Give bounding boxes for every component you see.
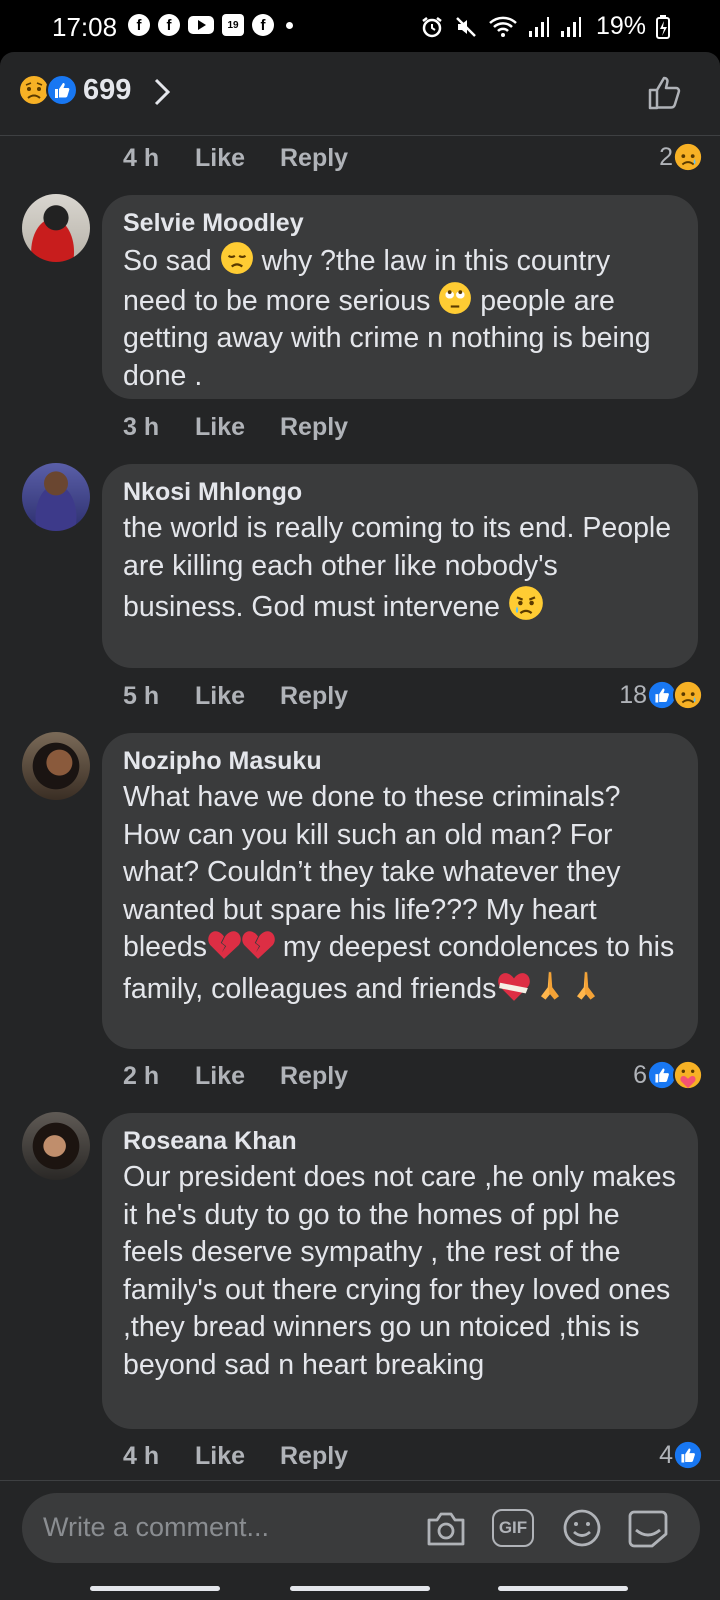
like-comment-button[interactable]: Like xyxy=(195,1442,245,1471)
calendar-notification-icon: 19 xyxy=(222,14,244,36)
like-icon xyxy=(46,74,78,106)
nav-handle xyxy=(290,1586,430,1591)
emoji-icon[interactable] xyxy=(561,1508,603,1548)
system-status-icons: 19% xyxy=(420,12,670,41)
alarm-icon xyxy=(422,16,442,37)
comment-actions: 2 h Like Reply 6 xyxy=(123,1056,703,1096)
more-notifications-icon xyxy=(286,21,293,29)
care-icon xyxy=(673,1060,703,1090)
facebook-notification-icon: f xyxy=(252,14,274,36)
comment-author[interactable]: Nkosi Mhlongo xyxy=(123,478,678,506)
broken-heart-emoji-icon xyxy=(242,931,275,959)
avatar[interactable] xyxy=(22,732,90,800)
like-post-button[interactable] xyxy=(646,74,684,112)
status-bar: 17:08 f f 19 f 19% xyxy=(0,0,720,52)
reaction-count[interactable]: 699 xyxy=(83,74,131,107)
nav-handle xyxy=(498,1586,628,1591)
avatar[interactable] xyxy=(22,463,90,531)
comment-actions: 3 h Like Reply xyxy=(123,407,703,447)
eye-roll-emoji-icon xyxy=(439,281,472,314)
comment-reaction-count: 2 xyxy=(659,142,673,171)
comment-placeholder: Write a comment... xyxy=(43,1512,270,1542)
battery-percent: 19% xyxy=(595,12,646,40)
comment-text: So sad why ?the law in this country need… xyxy=(123,241,678,395)
comment-composer: Write a comment... GIF xyxy=(0,1480,720,1600)
comment-timestamp: 2 h xyxy=(123,1062,160,1090)
like-comment-button[interactable]: Like xyxy=(195,1062,245,1091)
crying-emoji-icon xyxy=(509,586,543,620)
comment-timestamp: 4 h xyxy=(123,1442,160,1470)
comment-actions: 4 h Like Reply 4 xyxy=(123,1436,703,1476)
notification-icons: f f 19 f xyxy=(128,14,293,36)
like-icon xyxy=(673,1440,703,1470)
chevron-right-icon[interactable] xyxy=(152,76,172,108)
comment-input[interactable]: Write a comment... GIF xyxy=(22,1493,700,1563)
like-comment-button[interactable]: Like xyxy=(195,413,245,442)
comment-bubble: Roseana Khan Our president does not care… xyxy=(102,1113,698,1429)
comment-list: 4 h Like Reply 2 Selvie Moodley So sad w… xyxy=(0,136,720,1532)
comment-bubble: Selvie Moodley So sad why ?the law in th… xyxy=(102,195,698,399)
reply-comment-button[interactable]: Reply xyxy=(280,682,348,711)
reactions-header: 699 xyxy=(0,52,720,136)
reaction-summary[interactable] xyxy=(18,74,78,110)
comment-author[interactable]: Roseana Khan xyxy=(123,1127,678,1155)
status-time: 17:08 xyxy=(52,12,118,42)
comment-reaction-summary[interactable]: 4 xyxy=(659,1440,703,1470)
comment-reaction-summary[interactable]: 6 xyxy=(633,1060,703,1090)
facebook-notification-icon: f xyxy=(158,14,180,36)
folded-hands-emoji-icon xyxy=(541,971,560,1000)
comment-text: the world is really coming to its end. P… xyxy=(123,512,672,623)
comment-bubble: Nkosi Mhlongo the world is really coming… xyxy=(102,464,698,668)
youtube-notification-icon xyxy=(188,16,214,34)
sad-icon xyxy=(673,680,703,710)
comments-sheet: 699 4 h Like Reply 2 Selvie Moodley So s… xyxy=(0,52,720,1600)
sticker-icon[interactable] xyxy=(626,1508,670,1550)
reply-comment-button[interactable]: Reply xyxy=(280,1442,348,1471)
comment-timestamp: 4 h xyxy=(123,144,160,172)
facebook-notification-icon: f xyxy=(128,14,150,36)
avatar[interactable] xyxy=(22,194,90,262)
wifi-icon xyxy=(489,16,517,37)
comment-bubble: Nozipho Masuku What have we done to thes… xyxy=(102,733,698,1049)
comment-text: Our president does not care ,he only mak… xyxy=(123,1161,676,1381)
like-comment-button[interactable]: Like xyxy=(195,682,245,711)
gif-button[interactable]: GIF xyxy=(492,1509,534,1547)
camera-icon[interactable] xyxy=(425,1508,467,1548)
reply-comment-button[interactable]: Reply xyxy=(280,144,348,173)
avatar[interactable] xyxy=(22,1112,90,1180)
comment-reaction-summary[interactable]: 18 xyxy=(619,680,703,710)
comment-timestamp: 5 h xyxy=(123,682,160,710)
reply-comment-button[interactable]: Reply xyxy=(280,1062,348,1091)
broken-heart-emoji-icon xyxy=(208,931,241,959)
bandaged-heart-emoji-icon xyxy=(498,972,531,1001)
comment-reaction-count: 6 xyxy=(633,1060,647,1089)
comment-actions: 5 h Like Reply 18 xyxy=(123,676,703,716)
comment-text: What have we done to these criminals? Ho… xyxy=(123,781,675,1005)
like-comment-button[interactable]: Like xyxy=(195,144,245,173)
comment-reaction-summary[interactable]: 2 xyxy=(659,142,703,172)
signal-icon xyxy=(560,16,581,37)
disappointed-emoji-icon xyxy=(220,242,253,274)
signal-icon xyxy=(528,16,549,37)
folded-hands-emoji-icon xyxy=(577,971,596,1000)
reply-comment-button[interactable]: Reply xyxy=(280,413,348,442)
nav-handle xyxy=(90,1586,220,1591)
comment-author[interactable]: Selvie Moodley xyxy=(123,209,678,237)
battery-charging-icon xyxy=(656,14,670,39)
mute-icon xyxy=(456,16,476,37)
comment-actions: 4 h Like Reply 2 xyxy=(123,138,703,178)
comment-author[interactable]: Nozipho Masuku xyxy=(123,747,678,775)
sad-icon xyxy=(673,142,703,172)
comment-reaction-count: 4 xyxy=(659,1440,673,1469)
comment-reaction-count: 18 xyxy=(619,680,647,709)
comment-timestamp: 3 h xyxy=(123,413,160,441)
